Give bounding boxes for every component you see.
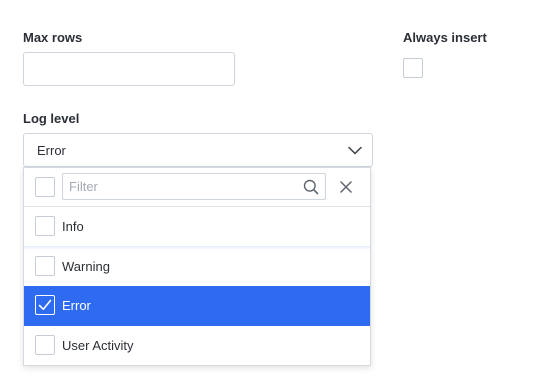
always-insert-checkbox[interactable] [403,58,423,78]
option-label: Error [62,298,91,313]
option-user-activity[interactable]: User Activity [24,326,370,365]
option-checkbox[interactable] [35,216,55,236]
max-rows-label: Max rows [23,30,83,45]
option-checkbox[interactable] [35,335,55,355]
log-level-selected-value: Error [37,142,66,158]
log-level-dropdown: Info Warning Error User Activity [23,167,371,366]
option-label: Warning [62,259,110,274]
option-warning[interactable]: Warning [24,247,370,286]
option-label: User Activity [62,338,134,353]
select-all-checkbox[interactable] [35,177,55,197]
search-icon [303,179,319,195]
filter-field [62,173,326,200]
log-level-select[interactable]: Error [23,133,373,167]
filter-input[interactable] [63,174,325,199]
max-rows-input[interactable] [23,52,235,86]
option-error[interactable]: Error [24,286,370,326]
option-info[interactable]: Info [24,207,370,246]
chevron-down-icon[interactable] [348,143,362,157]
option-label: Info [62,219,84,234]
checkmark-icon [38,299,52,310]
always-insert-label: Always insert [403,30,487,45]
option-checkbox[interactable] [35,295,55,315]
settings-form: Max rows Always insert Log level Error F… [0,0,548,388]
log-level-label: Log level [23,111,80,126]
option-checkbox[interactable] [35,256,55,276]
close-icon[interactable] [338,179,354,195]
dropdown-filter-row [24,168,370,207]
